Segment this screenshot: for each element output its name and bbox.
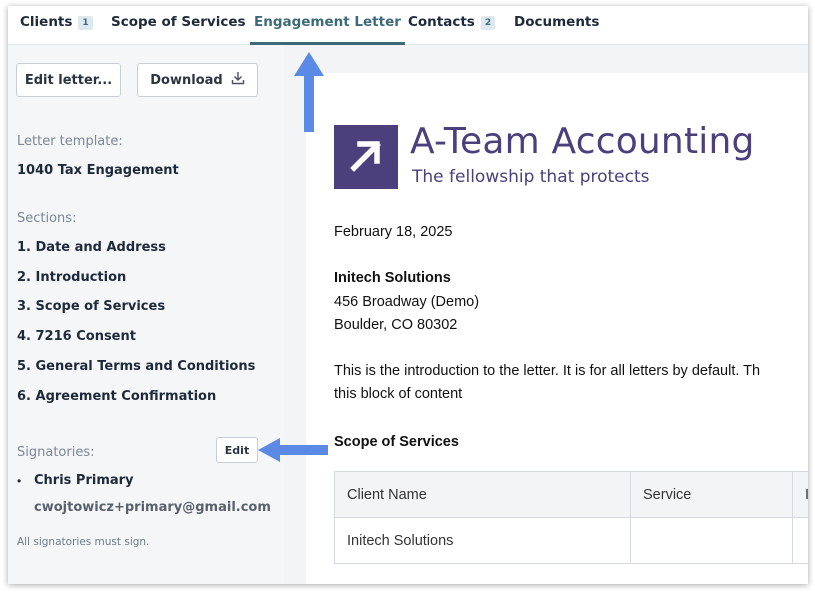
section-item[interactable]: 3. Scope of Services bbox=[17, 299, 165, 314]
section-item[interactable]: 5. General Terms and Conditions bbox=[17, 359, 255, 374]
signatory-email: cwojtowicz+primary@gmail.com bbox=[34, 500, 271, 515]
letter-preview-area[interactable]: A-Team Accounting The fellowship that pr… bbox=[284, 45, 808, 584]
annotation-up-arrow-icon bbox=[294, 52, 324, 132]
intro-text: This is the introduction to the letter. … bbox=[334, 363, 761, 379]
signatories-note: All signatories must sign. bbox=[17, 536, 150, 548]
template-value: 1040 Tax Engagement bbox=[17, 163, 179, 178]
edit-letter-button[interactable]: Edit letter... bbox=[16, 63, 121, 97]
letter-page: A-Team Accounting The fellowship that pr… bbox=[306, 73, 808, 584]
signatory-name: Chris Primary bbox=[34, 473, 134, 488]
section-item[interactable]: 4. 7216 Consent bbox=[17, 329, 136, 344]
tab-count-badge: 1 bbox=[78, 16, 93, 30]
sections-label: Sections: bbox=[17, 211, 77, 226]
section-item[interactable]: 6. Agreement Confirmation bbox=[17, 389, 216, 404]
table-header-cell: Service bbox=[630, 471, 793, 518]
template-label: Letter template: bbox=[17, 134, 123, 149]
signatories-label: Signatories: bbox=[17, 445, 95, 460]
address-line: 456 Broadway (Demo) bbox=[334, 294, 480, 310]
table-header-cell: I bbox=[792, 471, 808, 518]
company-logo bbox=[334, 125, 398, 189]
tab-scope-of-services[interactable]: Scope of Services bbox=[111, 6, 246, 44]
tab-bar: Clients 1 Scope of Services Engagement Le… bbox=[8, 6, 808, 45]
table-header-cell: Client Name bbox=[334, 471, 631, 518]
download-icon bbox=[231, 71, 245, 89]
client-name: Initech Solutions bbox=[334, 270, 451, 286]
letter-date: February 18, 2025 bbox=[334, 224, 453, 240]
annotation-left-arrow-icon bbox=[258, 438, 328, 462]
letter-sidebar: Edit letter... Download Letter template:… bbox=[8, 45, 284, 584]
edit-signatories-button[interactable]: Edit bbox=[216, 437, 258, 463]
tab-contacts[interactable]: Contacts 2 bbox=[408, 6, 496, 44]
company-name: A-Team Accounting bbox=[410, 121, 755, 162]
table-cell: Initech Solutions bbox=[334, 517, 631, 564]
company-tagline: The fellowship that protects bbox=[412, 167, 650, 187]
table-cell bbox=[630, 517, 793, 564]
table-header-row: Client Name Service I bbox=[334, 471, 808, 518]
tab-documents[interactable]: Documents bbox=[514, 6, 599, 44]
tab-count-badge: 2 bbox=[480, 16, 496, 30]
arrow-up-right-icon bbox=[346, 135, 386, 180]
app-frame: Clients 1 Scope of Services Engagement Le… bbox=[8, 6, 808, 584]
intro-text: this block of content bbox=[334, 386, 463, 402]
tab-clients[interactable]: Clients 1 bbox=[20, 6, 93, 44]
bullet-icon: • bbox=[17, 474, 22, 488]
tab-engagement-letter[interactable]: Engagement Letter bbox=[250, 6, 405, 45]
section-item[interactable]: 2. Introduction bbox=[17, 270, 126, 285]
download-button[interactable]: Download bbox=[137, 63, 258, 97]
table-row: Initech Solutions bbox=[334, 517, 808, 564]
address-line: Boulder, CO 80302 bbox=[334, 317, 458, 333]
scope-heading: Scope of Services bbox=[334, 434, 459, 450]
section-item[interactable]: 1. Date and Address bbox=[17, 240, 166, 255]
scope-table: Client Name Service I Initech Solutions bbox=[334, 471, 808, 564]
table-cell bbox=[792, 517, 808, 564]
